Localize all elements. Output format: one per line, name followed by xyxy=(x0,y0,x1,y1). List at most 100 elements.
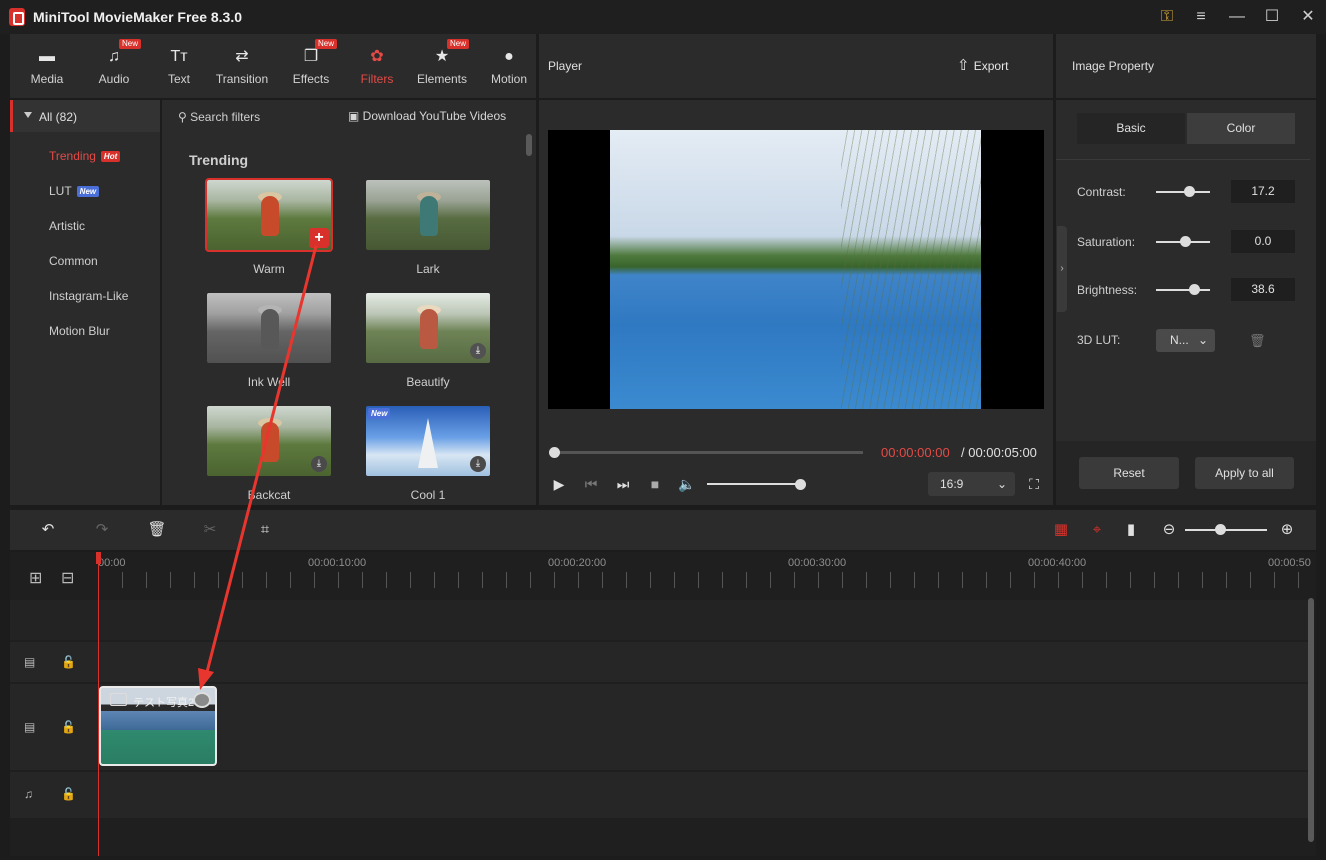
trash-icon[interactable]: 🗑 xyxy=(1249,333,1266,349)
category-motion-blur[interactable]: Motion Blur xyxy=(49,324,110,338)
contrast-handle[interactable] xyxy=(1184,186,1195,197)
contrast-value[interactable]: 17.2 xyxy=(1231,180,1295,203)
zoom-slider[interactable] xyxy=(1185,529,1267,531)
toolbar-audio[interactable]: ♫ Audio New xyxy=(83,34,145,98)
maximize-icon[interactable]: ☐ xyxy=(1261,6,1283,28)
lock-icon[interactable]: 🔓 xyxy=(61,787,76,801)
snap-icon[interactable]: ⌖ xyxy=(1087,520,1107,540)
chevron-down-icon: ⌄ xyxy=(1197,333,1208,347)
saturation-label: Saturation: xyxy=(1077,235,1136,249)
remove-track-icon[interactable]: ⊟ xyxy=(61,568,74,588)
seek-bar[interactable] xyxy=(553,451,863,454)
toolbar-text[interactable]: Tт Text xyxy=(148,34,210,98)
volume-slider[interactable] xyxy=(707,483,801,485)
aspect-ratio-select[interactable]: 16:9 ⌄ xyxy=(928,472,1015,496)
video-preview[interactable] xyxy=(548,130,1044,409)
hot-badge: Hot xyxy=(100,151,121,162)
toolbar-elements[interactable]: ★ Elements New xyxy=(411,34,473,98)
brightness-handle[interactable] xyxy=(1189,284,1200,295)
volume-handle[interactable] xyxy=(795,479,806,490)
audio-detach-icon[interactable]: ▦ xyxy=(1051,520,1071,540)
filter-thumb-backcat[interactable]: ⤓ xyxy=(207,406,331,476)
filter-thumb-ink-well[interactable] xyxy=(207,293,331,363)
stop-icon[interactable]: ■ xyxy=(647,476,663,492)
reset-button[interactable]: Reset xyxy=(1079,457,1179,489)
filter-thumb-cool-1[interactable]: New ⤓ xyxy=(366,406,490,476)
toolbar-transition[interactable]: ⇄ Transition xyxy=(211,34,273,98)
category-artistic[interactable]: Artistic xyxy=(49,219,85,233)
preview-image xyxy=(610,130,981,409)
tab-color[interactable]: Color xyxy=(1187,113,1295,144)
filter-scrollbar[interactable] xyxy=(526,134,532,156)
key-icon[interactable]: ⚿ xyxy=(1156,6,1178,28)
undo-icon[interactable]: ↶ xyxy=(38,520,58,540)
lock-icon[interactable]: 🔓 xyxy=(61,655,76,669)
search-placeholder: Search filters xyxy=(190,110,261,124)
play-icon[interactable]: ▶ xyxy=(551,476,567,492)
collapse-panel-icon[interactable]: › xyxy=(1057,226,1067,312)
menu-icon[interactable]: ≡ xyxy=(1190,6,1212,28)
media-toolbar: ▬ Media ♫ Audio New Tт Text ⇄ Transition… xyxy=(10,34,536,98)
video-track-1[interactable]: ▤ 🔓 xyxy=(10,642,1308,682)
new-badge: New xyxy=(315,39,338,49)
toolbar-filters[interactable]: ✿ Filters xyxy=(346,34,408,98)
playhead-handle[interactable] xyxy=(96,552,101,564)
search-filters-input[interactable]: ⚲ Search filters xyxy=(178,110,260,124)
total-time: / 00:00:05:00 xyxy=(961,445,1037,460)
toolbar-media[interactable]: ▬ Media xyxy=(16,34,78,98)
zoom-handle[interactable] xyxy=(1215,524,1226,535)
add-track-icon[interactable]: ⊞ xyxy=(29,568,42,588)
crop-icon[interactable]: ⌗ xyxy=(255,520,275,540)
next-frame-icon[interactable]: ⏭ xyxy=(615,476,631,492)
filter-thumb-lark[interactable] xyxy=(366,180,490,250)
tick-label: 00:00:50 xyxy=(1268,557,1311,569)
category-instagram-like[interactable]: Instagram-Like xyxy=(49,289,128,303)
toolbar-effects[interactable]: ❐ Effects New xyxy=(280,34,342,98)
close-icon[interactable]: ✕ xyxy=(1297,6,1319,28)
volume-icon[interactable]: 🔈 xyxy=(678,476,695,492)
redo-icon[interactable]: ↷ xyxy=(92,520,112,540)
fullscreen-icon[interactable]: ⛶ xyxy=(1026,476,1042,492)
filter-thumb-beautify[interactable]: ⤓ xyxy=(366,293,490,363)
timeline-scrollbar[interactable] xyxy=(1308,598,1314,842)
image-clip[interactable]: テスト写真2 xyxy=(99,686,217,766)
download-icon[interactable]: ⤓ xyxy=(470,343,486,359)
new-badge: New xyxy=(76,186,100,197)
previous-frame-icon[interactable]: ⏮ xyxy=(583,476,599,492)
category-lut[interactable]: LUT New xyxy=(49,184,100,198)
export-button[interactable]: ⇧ Export xyxy=(957,56,1008,74)
delete-icon[interactable]: 🗑 xyxy=(147,520,167,540)
add-filter-icon[interactable]: + xyxy=(309,228,329,248)
apply-to-all-button[interactable]: Apply to all xyxy=(1195,457,1294,489)
filter-thumb-warm[interactable]: + xyxy=(205,178,333,252)
divider xyxy=(1056,159,1310,160)
split-scissors-icon[interactable]: ✂ xyxy=(200,520,220,540)
audio-track[interactable]: ♫ 🔓 xyxy=(10,772,1308,818)
filter-label: Beautify xyxy=(406,375,450,389)
saturation-value[interactable]: 0.0 xyxy=(1231,230,1295,253)
minimize-icon[interactable]: — xyxy=(1226,6,1248,28)
category-trending[interactable]: Trending Hot xyxy=(49,149,121,163)
lut-select[interactable]: N... ⌄ xyxy=(1156,329,1215,352)
empty-track xyxy=(10,600,1308,640)
download-icon[interactable]: ⤓ xyxy=(311,456,327,472)
music-note-icon: ♫ xyxy=(24,787,33,801)
saturation-handle[interactable] xyxy=(1180,236,1191,247)
toolbar-motion[interactable]: ● Motion xyxy=(478,34,540,98)
download-icon[interactable]: ⤓ xyxy=(470,456,486,472)
timeline-ruler[interactable]: 00:00 00:00:10:00 00:00:20:00 00:00:30:0… xyxy=(98,552,1311,592)
category-lut-label: LUT xyxy=(49,184,72,198)
zoom-in-icon[interactable]: ⊕ xyxy=(1277,520,1297,540)
brightness-value[interactable]: 38.6 xyxy=(1231,278,1295,301)
zoom-out-icon[interactable]: ⊖ xyxy=(1159,520,1179,540)
category-all[interactable]: All (82) xyxy=(10,100,160,132)
category-common[interactable]: Common xyxy=(49,254,98,268)
tab-basic[interactable]: Basic xyxy=(1077,113,1185,144)
contrast-slider[interactable] xyxy=(1156,191,1210,193)
filter-applied-icon[interactable] xyxy=(193,692,211,708)
fit-timeline-icon[interactable]: ▮ xyxy=(1121,520,1141,540)
seek-handle[interactable] xyxy=(549,447,560,458)
download-youtube-button[interactable]: ▣ Download YouTube Videos xyxy=(348,109,506,123)
brightness-slider[interactable] xyxy=(1156,289,1210,291)
lock-icon[interactable]: 🔓 xyxy=(61,720,76,734)
